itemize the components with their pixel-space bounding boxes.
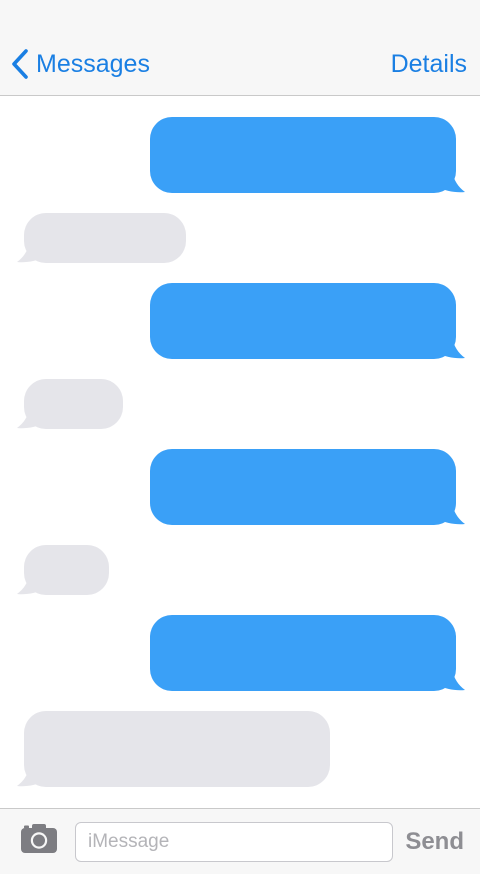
incoming-bubble-tail xyxy=(17,242,52,263)
navigation-bar: Messages Details xyxy=(0,0,480,96)
incoming-bubble-tail xyxy=(17,766,52,787)
outgoing-message-bubble[interactable] xyxy=(150,449,456,525)
outgoing-bubble-tail xyxy=(430,670,465,691)
outgoing-message-bubble[interactable] xyxy=(150,117,456,193)
details-button[interactable]: Details xyxy=(391,44,467,84)
send-button[interactable]: Send xyxy=(405,822,464,862)
messages-screen: Messages Details iMessage Send xyxy=(0,0,480,874)
outgoing-bubble-tail xyxy=(430,172,465,193)
incoming-message-bubble[interactable] xyxy=(24,711,330,787)
outgoing-message-bubble[interactable] xyxy=(150,283,456,359)
outgoing-message-bubble[interactable] xyxy=(150,615,456,691)
message-thread[interactable] xyxy=(0,96,480,808)
camera-button[interactable] xyxy=(19,822,59,856)
imessage-input[interactable] xyxy=(75,822,393,862)
incoming-bubble-tail xyxy=(17,408,52,429)
camera-icon xyxy=(21,824,57,853)
chevron-left-icon xyxy=(12,49,28,79)
back-button[interactable]: Messages xyxy=(10,44,150,84)
outgoing-bubble-tail xyxy=(430,338,465,359)
outgoing-bubble-tail xyxy=(430,504,465,525)
message-composer: Send xyxy=(0,808,480,874)
incoming-bubble-tail xyxy=(17,574,52,595)
back-button-label: Messages xyxy=(36,50,150,78)
